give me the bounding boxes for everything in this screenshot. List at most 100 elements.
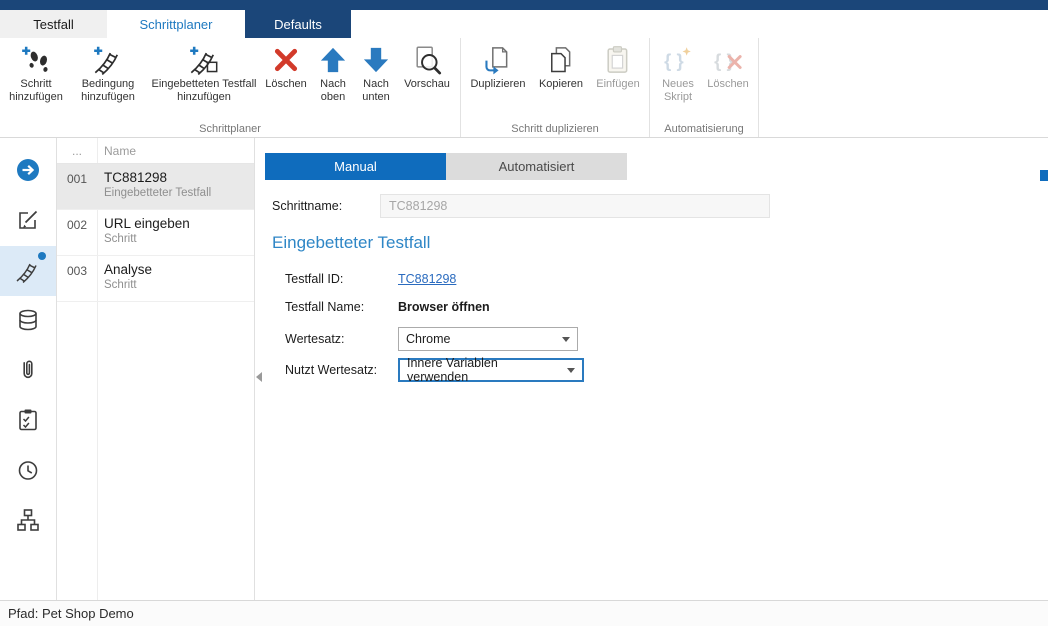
ribbon-button-loeschen[interactable]: Löschen [260, 38, 312, 122]
accent-bar [1040, 170, 1048, 181]
tab-automatisiert[interactable]: Automatisiert [446, 153, 627, 180]
ribbon-tab-testfall[interactable]: Testfall [0, 10, 107, 38]
step-subtitle: Eingebetteter Testfall [104, 187, 211, 199]
step-list-header: ... Name [57, 138, 254, 164]
ribbon-button-nach-oben[interactable]: Nach oben [312, 38, 354, 122]
ribbon-button-label: Löschen [702, 78, 754, 91]
ribbon-button-kopieren[interactable]: Kopieren [531, 38, 591, 122]
nutzt-wertesatz-selected-value: Innere Variablen verwenden [407, 356, 561, 384]
delete-script-icon: { } [713, 45, 743, 75]
ribbon-button-vorschau[interactable]: Vorschau [398, 38, 456, 122]
column-header-number: ... [57, 144, 97, 158]
column-header-name: Name [97, 144, 136, 158]
field-testfall-id: Testfall ID: TC881298 [285, 267, 1048, 291]
embedded-testcase-form: Testfall ID: TC881298 Testfall Name: Bro… [285, 267, 1048, 382]
ribbon-button-skript-loeschen: { } Löschen [702, 38, 754, 122]
step-planner-track-icon [15, 257, 41, 286]
ribbon-button-label: Kopieren [531, 78, 591, 91]
ribbon-button-duplizieren[interactable]: Duplizieren [465, 38, 531, 122]
embedded-testcase-add-icon [189, 45, 219, 75]
sidebar-item-checklist[interactable] [0, 396, 56, 446]
field-nutzt-wertesatz: Nutzt Wertesatz: Innere Variablen verwen… [285, 358, 1048, 382]
testfall-name-value: Browser öffnen [398, 300, 490, 314]
chevron-down-icon [567, 368, 575, 373]
footprints-add-icon [21, 45, 51, 75]
ribbon-button-label: Duplizieren [465, 78, 531, 91]
ribbon-button-label: Schritt hinzufügen [4, 78, 68, 104]
ribbon-button-eingebetteten-testfall-hinzufuegen[interactable]: Eingebetteten Testfall hinzufügen [148, 38, 260, 122]
sidebar-item-step-planner[interactable] [0, 246, 56, 296]
step-subtitle: Schritt [104, 233, 190, 245]
ribbon-tab-schrittplaner[interactable]: Schrittplaner [107, 10, 245, 38]
ribbon-button-label: Eingebetteten Testfall hinzufügen [148, 78, 260, 104]
ribbon-group-label: Schritt duplizieren [465, 122, 645, 137]
sidebar-item-data[interactable] [0, 296, 56, 346]
testfall-name-label: Testfall Name: [285, 300, 398, 314]
schrittname-label: Schrittname: [272, 199, 380, 213]
title-bar [0, 0, 1048, 10]
ribbon-group-schrittplaner: Schritt hinzufügen Bedingung hinzufüge [0, 38, 461, 137]
paste-clipboard-icon [603, 45, 633, 75]
sidebar-item-history[interactable] [0, 446, 56, 496]
testfall-id-link[interactable]: TC881298 [398, 272, 456, 286]
nutzt-wertesatz-dropdown[interactable]: Innere Variablen verwenden [398, 358, 584, 382]
field-testfall-name: Testfall Name: Browser öffnen [285, 295, 1048, 319]
step-subtitle: Schritt [104, 279, 152, 291]
duplicate-icon [483, 45, 513, 75]
condition-track-add-icon [93, 45, 123, 75]
detail-tab-strip: Manual Automatisiert [265, 153, 1048, 180]
preview-magnifier-icon [412, 45, 442, 75]
wertesatz-dropdown[interactable]: Chrome [398, 327, 578, 351]
step-number: 002 [57, 210, 97, 255]
hierarchy-icon [15, 507, 41, 536]
status-bar: Pfad: Pet Shop Demo [0, 600, 1048, 626]
schrittname-row: Schrittname: [272, 194, 1048, 218]
arrow-down-icon [361, 45, 391, 75]
checklist-icon [15, 407, 41, 436]
step-row-001[interactable]: 001 TC881298 Eingebetteter Testfall [57, 164, 254, 210]
section-title-eingebetteter-testfall: Eingebetteter Testfall [272, 233, 1048, 253]
step-detail-panel: Manual Automatisiert Schrittname: Eingeb… [255, 138, 1048, 600]
ribbon-button-bedingung-hinzufuegen[interactable]: Bedingung hinzufügen [68, 38, 148, 122]
step-row-003[interactable]: 003 Analyse Schritt [57, 256, 254, 302]
ribbon-group-label: Schrittplaner [4, 122, 456, 137]
ribbon-tab-strip: Testfall Schrittplaner Defaults [0, 10, 1048, 38]
ribbon-button-label: Nach unten [354, 78, 398, 104]
step-list-panel: ... Name 001 TC881298 Eingebetteter Test… [57, 138, 255, 600]
wertesatz-selected-value: Chrome [406, 332, 450, 346]
sidebar-item-edit[interactable] [0, 196, 56, 246]
collapse-panel-arrow[interactable] [256, 372, 262, 382]
step-title: Analyse [104, 262, 152, 277]
database-icon [15, 307, 41, 336]
go-arrow-icon [15, 157, 41, 186]
ribbon-button-label: Nach oben [312, 78, 354, 104]
tab-manual[interactable]: Manual [265, 153, 446, 180]
sidebar-item-attachments[interactable] [0, 346, 56, 396]
ribbon-button-label: Vorschau [398, 78, 456, 91]
copy-icon [546, 45, 576, 75]
ribbon-button-label: Neues Skript [654, 78, 702, 104]
ribbon-button-nach-unten[interactable]: Nach unten [354, 38, 398, 122]
step-title: TC881298 [104, 170, 211, 185]
step-row-002[interactable]: 002 URL eingeben Schritt [57, 210, 254, 256]
ribbon-group-schritt-duplizieren: Duplizieren Kopieren [461, 38, 650, 137]
ribbon-toolbar: Schritt hinzufügen Bedingung hinzufüge [0, 38, 1048, 138]
ribbon-button-neues-skript: { } Neues Skript [654, 38, 702, 122]
ribbon-group-automatisierung: { } Neues Skript { } Löschen Automatisie… [650, 38, 759, 137]
schrittname-input[interactable] [380, 194, 770, 218]
left-icon-sidebar [0, 138, 57, 600]
svg-text:{ }: { } [664, 50, 684, 71]
ribbon-button-schritt-hinzufuegen[interactable]: Schritt hinzufügen [4, 38, 68, 122]
delete-x-icon [271, 45, 301, 75]
new-script-icon: { } [663, 45, 693, 75]
ribbon-tab-defaults[interactable]: Defaults [245, 10, 351, 38]
history-clock-icon [15, 457, 41, 486]
step-title: URL eingeben [104, 216, 190, 231]
arrow-up-icon [318, 45, 348, 75]
sidebar-item-go[interactable] [0, 146, 56, 196]
ribbon-button-einfuegen: Einfügen [591, 38, 645, 122]
field-wertesatz: Wertesatz: Chrome [285, 327, 1048, 351]
status-path-text: Pfad: Pet Shop Demo [8, 606, 134, 621]
sidebar-item-hierarchy[interactable] [0, 496, 56, 546]
nutzt-wertesatz-label: Nutzt Wertesatz: [285, 363, 398, 377]
